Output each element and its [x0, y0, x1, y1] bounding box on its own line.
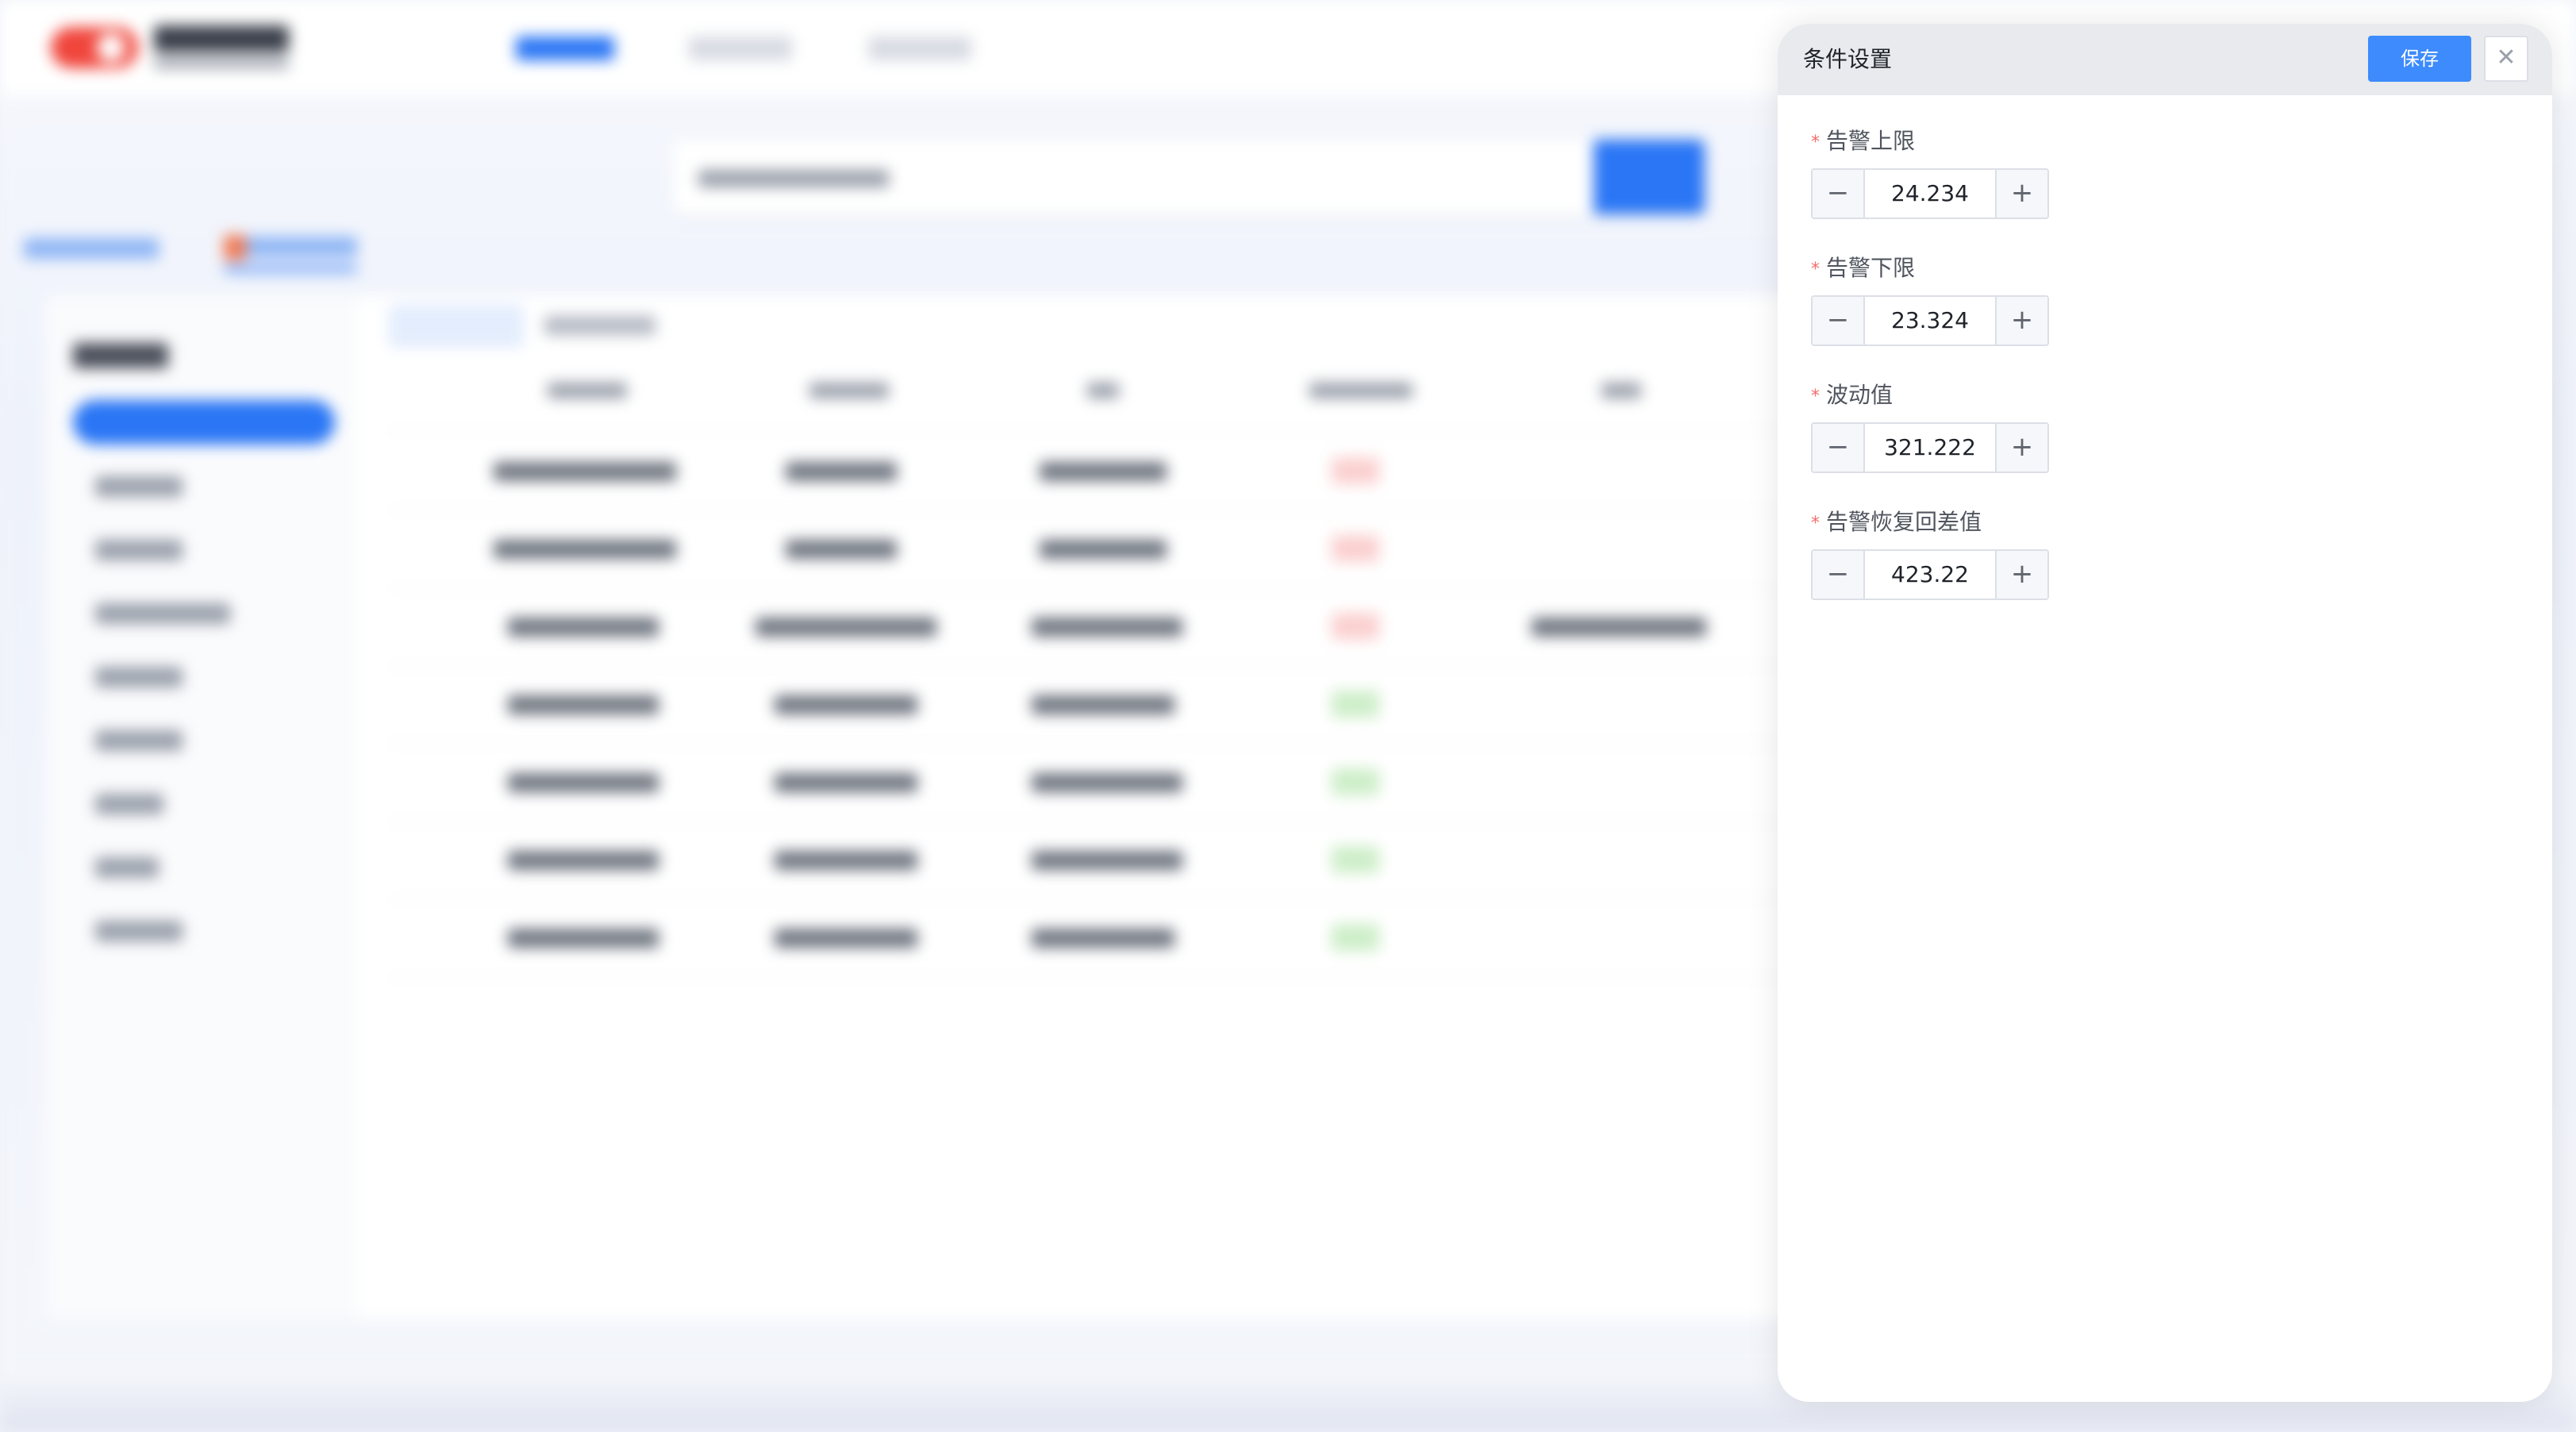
top-nav	[516, 32, 971, 64]
fluctuation-value-input[interactable]: 321.222	[1865, 424, 1995, 472]
save-button[interactable]: 保存	[2368, 36, 2471, 82]
alarm-lower-limit-input[interactable]: 23.324	[1865, 297, 1995, 345]
drawer-title: 条件设置	[1803, 46, 1893, 72]
field-alarm-recovery-hysteresis: * 告警恢复回差值 − 423.22 +	[1811, 508, 2128, 619]
alarm-upper-limit-input[interactable]: 24.234	[1865, 170, 1995, 217]
close-button[interactable]: ✕	[2484, 36, 2528, 82]
side-menu-item	[95, 603, 230, 624]
drawer-header: 条件设置 保存 ✕	[1778, 24, 2552, 95]
category-tab-icon	[224, 235, 246, 260]
side-menu-item	[95, 857, 159, 878]
increment-button[interactable]: +	[1995, 551, 2047, 599]
top-nav-item	[516, 37, 614, 60]
table-header	[389, 354, 1786, 432]
sub-tab	[389, 305, 524, 348]
table-row	[389, 511, 1786, 589]
table-row	[389, 745, 1786, 822]
field-label: * 波动值	[1811, 382, 1894, 408]
side-menu-item	[95, 667, 183, 687]
increment-button[interactable]: +	[1995, 170, 2047, 217]
table-row	[389, 433, 1786, 511]
decrement-button[interactable]: −	[1813, 424, 1865, 472]
required-mark: *	[1811, 387, 1820, 406]
close-icon: ✕	[2496, 44, 2516, 71]
side-menu-title	[73, 343, 168, 368]
field-label: * 告警上限	[1811, 128, 1916, 154]
decrement-button[interactable]: −	[1813, 170, 1865, 217]
side-menu-item	[95, 921, 183, 941]
required-mark: *	[1811, 260, 1820, 279]
category-underline	[224, 267, 357, 271]
field-alarm-lower-limit: * 告警下限 − 23.324 +	[1811, 254, 2128, 365]
fluctuation-value-stepper: − 321.222 +	[1811, 422, 2049, 473]
top-nav-item	[689, 37, 792, 60]
field-label: * 告警恢复回差值	[1811, 509, 1982, 535]
side-menu-item	[95, 540, 183, 560]
increment-button[interactable]: +	[1995, 424, 2047, 472]
side-menu-item	[95, 476, 183, 497]
table-row	[389, 589, 1786, 667]
brand-logo	[51, 22, 289, 73]
search-bar	[673, 140, 1705, 214]
field-fluctuation-value: * 波动值 − 321.222 +	[1811, 381, 2128, 492]
category-tab	[24, 238, 159, 259]
decrement-button[interactable]: −	[1813, 297, 1865, 345]
field-alarm-upper-limit: * 告警上限 − 24.234 +	[1811, 127, 2128, 238]
table-row	[389, 900, 1786, 978]
alarm-upper-limit-stepper: − 24.234 +	[1811, 168, 2049, 219]
table-row	[389, 667, 1786, 745]
side-menu-item	[95, 794, 163, 814]
alarm-recovery-hysteresis-input[interactable]: 423.22	[1865, 551, 1995, 599]
top-nav-item	[868, 37, 971, 60]
side-menu-active	[73, 400, 335, 445]
decrement-button[interactable]: −	[1813, 551, 1865, 599]
side-menu-item	[95, 730, 183, 751]
alarm-lower-limit-stepper: − 23.324 +	[1811, 295, 2049, 346]
alarm-recovery-hysteresis-stepper: − 423.22 +	[1811, 549, 2049, 600]
increment-button[interactable]: +	[1995, 297, 2047, 345]
condition-settings-drawer: 条件设置 保存 ✕ * 告警上限 − 24.234 + * 告警下限 − 23.32…	[1778, 24, 2552, 1402]
table-row	[389, 822, 1786, 900]
required-mark: *	[1811, 514, 1820, 533]
side-menu	[46, 295, 357, 1319]
sub-tab	[544, 316, 656, 335]
field-label: * 告警下限	[1811, 255, 1916, 281]
required-mark: *	[1811, 133, 1820, 152]
